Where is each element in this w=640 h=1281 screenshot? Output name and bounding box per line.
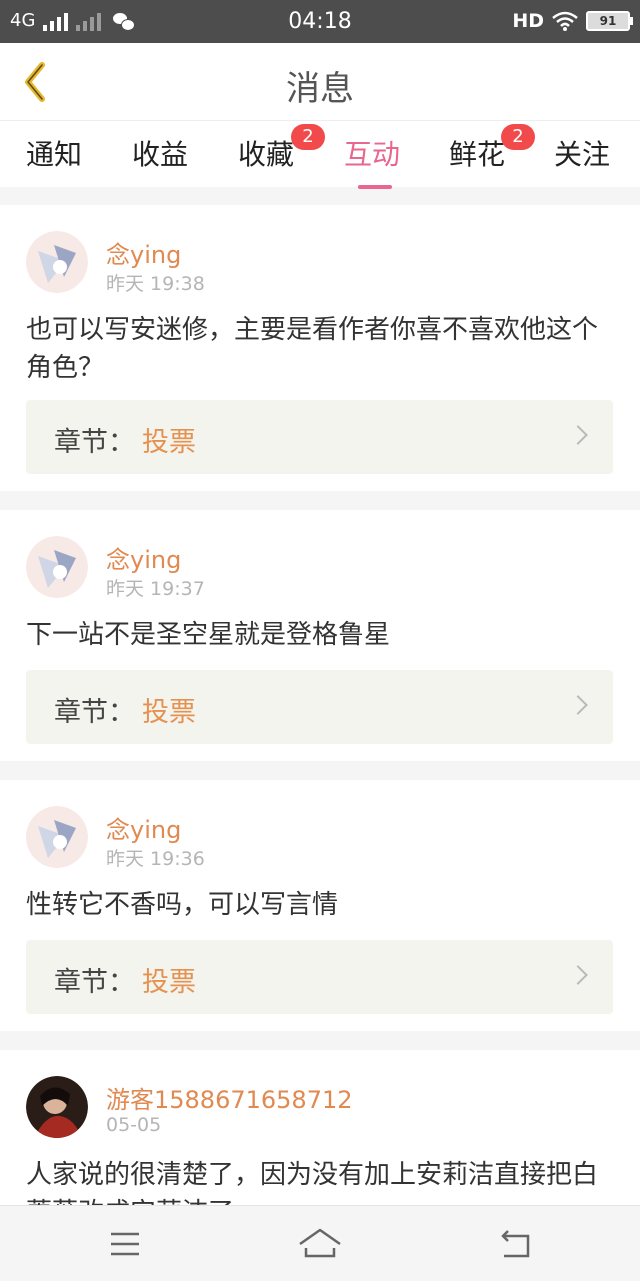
chapter-link[interactable]: 章节： 投票 [26,940,613,1014]
chapter-link[interactable]: 章节： 投票 [26,670,613,744]
comment-text: 也可以写安迷修，主要是看作者你喜不喜欢他这个角色？ [26,315,599,383]
username[interactable]: 念ying [106,540,181,575]
battery-icon: 91 [586,11,633,31]
tab-label: 互动 [344,138,401,171]
username[interactable]: 念ying [106,810,181,845]
message-card: 念ying 昨天 19:36 性转它不香吗，可以写言情 章节： 投票 [0,780,640,1031]
menu-icon[interactable] [105,1224,145,1264]
timestamp: 05-05 [106,1114,162,1136]
chapter-link[interactable]: 章节： 投票 [26,400,613,474]
page-title: 消息 [286,69,354,109]
username[interactable]: 游客1588671658712 [106,1080,353,1115]
avatar[interactable] [26,1076,88,1138]
tab-follow[interactable]: 关注 [554,133,610,173]
avatar[interactable] [26,536,88,598]
back-icon[interactable] [496,1224,536,1264]
chapter-label: 章节： [54,697,135,728]
tab-interaction[interactable]: 互动 [344,133,401,189]
chevron-right-icon [568,695,588,715]
avatar[interactable] [26,231,88,293]
tab-label: 鲜花 [449,138,506,171]
hd-label: HD [512,10,544,32]
username[interactable]: 念ying [106,235,181,270]
chevron-right-icon [568,965,588,985]
status-right: HD 91 [512,10,633,32]
timestamp: 昨天 19:37 [106,578,205,600]
chapter-name: 投票 [142,967,196,998]
avatar[interactable] [26,806,88,868]
tab-label: 通知 [26,138,83,171]
home-icon[interactable] [298,1224,342,1264]
message-card: 念ying 昨天 19:38 也可以写安迷修，主要是看作者你喜不喜欢他这个角色？… [0,205,640,491]
chapter-label: 章节： [54,967,135,998]
timestamp: 昨天 19:38 [106,273,205,295]
unread-badge: 2 [291,124,325,150]
status-bar: 4G 04:18 HD 91 [0,0,640,43]
header: 消息 [0,43,640,121]
timestamp: 昨天 19:36 [106,848,205,870]
chevron-right-icon [568,425,588,445]
message-card: 游客1588671658712 05-05 人家说的很清楚了，因为没有加上安莉洁… [0,1050,640,1205]
unread-badge: 2 [501,124,535,150]
comment-text: 下一站不是圣空星就是登格鲁星 [26,620,391,650]
tab-flowers[interactable]: 鲜花 2 [449,124,535,173]
tab-label: 收益 [132,138,189,171]
system-nav-bar [0,1205,640,1281]
message-card: 念ying 昨天 19:37 下一站不是圣空星就是登格鲁星 章节： 投票 [0,510,640,761]
tab-label: 收藏 [238,138,295,171]
active-tab-indicator [358,185,392,189]
chapter-label: 章节： [54,427,135,458]
tab-notice[interactable]: 通知 [26,133,82,173]
chapter-name: 投票 [142,427,196,458]
avatar-illustration [26,806,88,868]
avatar-photo [26,1076,88,1138]
tab-label: 关注 [554,138,611,171]
chapter-name: 投票 [142,697,196,728]
tab-bar: 通知 收益 收藏 2 互动 鲜花 2 关注 [0,121,640,189]
tab-favorites[interactable]: 收藏 2 [238,124,325,173]
avatar-illustration [26,536,88,598]
comment-text: 性转它不香吗，可以写言情 [26,890,339,920]
tab-earnings[interactable]: 收益 [132,133,188,173]
comment-text: 人家说的很清楚了，因为没有加上安莉洁直接把白蔷薇改成安莉洁了 [26,1160,599,1205]
avatar-illustration [26,231,88,293]
wifi-icon [552,11,578,31]
